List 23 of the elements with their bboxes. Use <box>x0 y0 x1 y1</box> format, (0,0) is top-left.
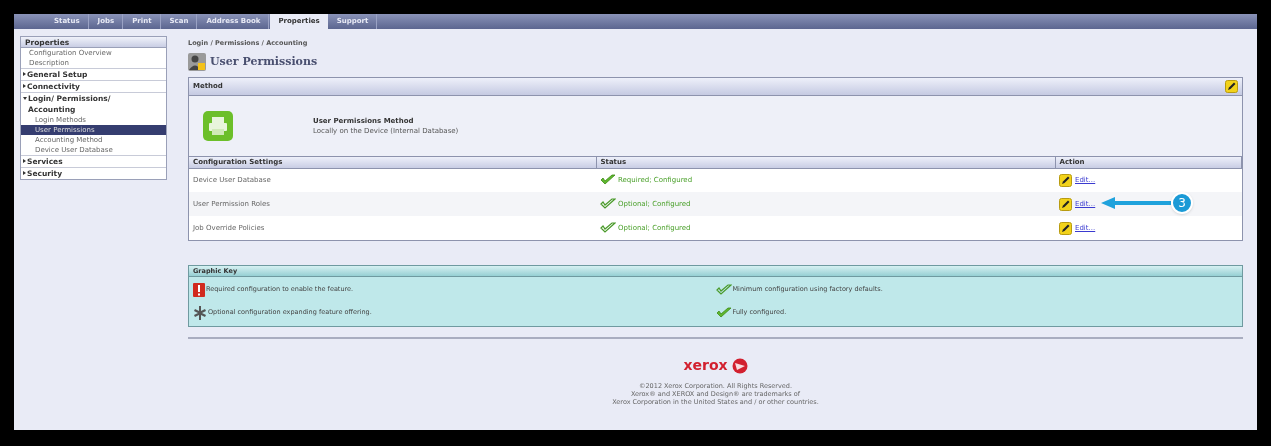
check-outline-icon <box>715 284 732 296</box>
caret-right-icon <box>23 171 26 175</box>
edit-icon[interactable] <box>1059 173 1072 187</box>
edit-icon[interactable] <box>1059 221 1072 235</box>
check-outline-icon <box>600 222 616 234</box>
globe-icon <box>731 357 748 374</box>
page-title: User Permissions <box>210 53 318 70</box>
printer-icon <box>203 111 233 141</box>
caret-right-icon <box>23 72 26 76</box>
check-icon <box>715 307 732 319</box>
edit-icon[interactable] <box>1059 197 1072 211</box>
asterisk-icon <box>193 306 207 320</box>
check-icon <box>600 174 616 187</box>
xerox-logo: xerox <box>683 356 728 375</box>
caret-right-icon <box>23 84 26 88</box>
edit-icon[interactable] <box>1225 80 1238 93</box>
caret-down-icon <box>23 97 27 100</box>
caret-right-icon <box>23 159 26 163</box>
exclamation-icon <box>193 283 205 297</box>
arrow-icon <box>1101 195 1171 210</box>
check-outline-icon <box>600 198 616 210</box>
step-badge: 3 <box>1171 191 1193 214</box>
user-lock-icon <box>188 53 206 71</box>
